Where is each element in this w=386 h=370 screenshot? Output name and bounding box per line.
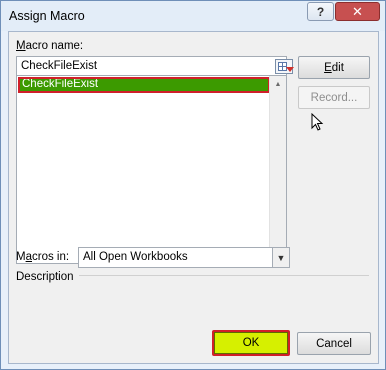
- macro-list[interactable]: CheckFileExist ▲ ▼: [16, 75, 287, 264]
- edit-button[interactable]: Edit: [298, 56, 370, 79]
- description-divider: [79, 275, 369, 276]
- scroll-up-icon[interactable]: ▲: [270, 76, 286, 93]
- macro-name-label: Macro name:: [16, 40, 84, 52]
- range-selector-button[interactable]: [275, 59, 294, 74]
- dialog-body: Macro name: CheckFileExist CheckFileExis…: [8, 31, 379, 364]
- macro-name-value: CheckFileExist: [21, 60, 98, 72]
- close-button[interactable]: ✕: [335, 2, 380, 21]
- title-bar[interactable]: Assign Macro ? ✕: [1, 1, 385, 31]
- macro-name-input[interactable]: CheckFileExist: [16, 56, 294, 76]
- dialog-title: Assign Macro: [9, 9, 85, 23]
- assign-macro-dialog: Assign Macro ? ✕ Macro name: CheckFileEx…: [0, 0, 386, 370]
- ok-button[interactable]: OK: [212, 330, 290, 356]
- macros-in-dropdown[interactable]: All Open Workbooks ▼: [78, 247, 290, 268]
- help-button[interactable]: ?: [307, 2, 334, 21]
- list-item[interactable]: CheckFileExist: [18, 77, 270, 93]
- collapse-arrow-icon: [286, 67, 294, 72]
- mouse-pointer-icon: [311, 113, 324, 131]
- macros-in-label: Macros in:: [16, 251, 70, 263]
- macros-in-value: All Open Workbooks: [83, 251, 188, 263]
- record-button[interactable]: Record...: [298, 86, 370, 109]
- list-scrollbar[interactable]: ▲ ▼: [269, 76, 286, 263]
- cancel-button[interactable]: Cancel: [297, 332, 371, 355]
- chevron-down-icon[interactable]: ▼: [272, 248, 289, 267]
- description-label: Description: [16, 271, 74, 283]
